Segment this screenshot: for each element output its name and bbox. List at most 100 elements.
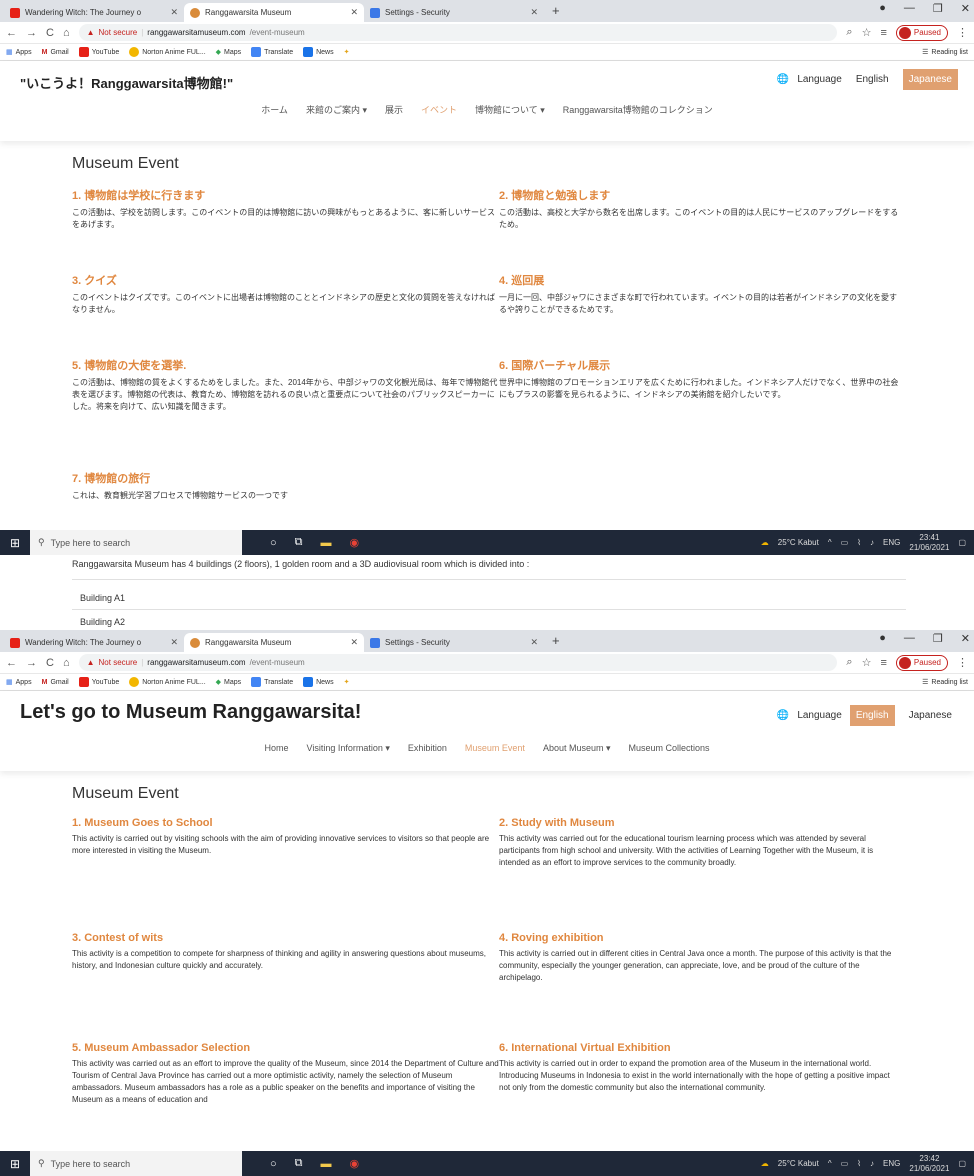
back-icon[interactable]: ← [6, 27, 17, 39]
tab-youtube[interactable]: Wandering Witch: The Journey o ✕ [4, 633, 184, 652]
clock[interactable]: 23:41 21/06/2021 [909, 533, 949, 553]
site-brand[interactable]: "いこうよ！Ranggawarsita博物館!" [20, 73, 233, 92]
close-icon[interactable]: ✕ [530, 637, 538, 648]
english-button[interactable]: English [850, 69, 895, 90]
back-icon[interactable]: ← [6, 657, 17, 669]
nav-home[interactable]: Home [264, 743, 288, 754]
chrome-icon[interactable]: ◉ [350, 1157, 360, 1170]
notification-icon[interactable]: ▢ [958, 1159, 966, 1168]
file-explorer-icon[interactable]: ▬ [321, 537, 332, 549]
input-language[interactable]: ENG [883, 1159, 900, 1168]
new-tab-button[interactable]: + [544, 3, 568, 22]
bookmark-apps[interactable]: ▦ Apps [6, 48, 32, 57]
bookmark-extra[interactable]: ✦ [344, 678, 350, 686]
menu-icon[interactable]: ⋮ [957, 26, 968, 39]
bookmark-youtube[interactable]: YouTube [78, 677, 119, 687]
task-view-icon[interactable]: ⧉ [295, 1157, 303, 1170]
input-language[interactable]: ENG [883, 538, 900, 547]
tab-youtube[interactable]: Wandering Witch: The Journey o ✕ [4, 3, 184, 22]
profile-button[interactable]: Paused [895, 654, 948, 671]
japanese-button[interactable]: Japanese [903, 705, 958, 726]
clock[interactable]: 23:42 21/06/2021 [909, 1154, 949, 1174]
cortana-icon[interactable]: ○ [270, 537, 277, 549]
close-icon[interactable]: ✕ [170, 7, 178, 18]
taskbar-search[interactable]: ⚲ Type here to search [30, 1151, 242, 1176]
zoom-icon[interactable]: ⌕ [846, 26, 852, 39]
close-window-button[interactable]: ✕ [961, 632, 970, 645]
network-icon[interactable]: ⌇ [857, 1159, 861, 1168]
reading-list[interactable]: ☰ Reading list [922, 678, 968, 687]
nav-exhibition[interactable]: Exhibition [408, 743, 447, 754]
tray-chevron-icon[interactable]: ^ [828, 538, 832, 547]
maximize-button[interactable]: ❐ [933, 2, 943, 15]
forward-icon[interactable]: → [26, 27, 37, 39]
reload-icon[interactable]: C [46, 27, 54, 39]
home-icon[interactable]: ⌂ [63, 27, 70, 39]
star-icon[interactable]: ☆ [862, 26, 872, 39]
nav-event[interactable]: Museum Event [465, 743, 525, 754]
bookmark-apps[interactable]: ▦ Apps [6, 678, 32, 687]
building-item[interactable]: Building A2 [80, 617, 125, 627]
nav-about[interactable]: 博物館について ▾ [475, 103, 545, 116]
volume-icon[interactable]: ♪ [870, 1159, 874, 1168]
volume-icon[interactable]: ♪ [870, 538, 874, 547]
battery-icon[interactable]: ▭ [841, 538, 849, 547]
bookmark-norton[interactable]: Norton Anime FUL... [129, 47, 206, 57]
reading-list[interactable]: ☰ Reading list [922, 48, 968, 57]
nav-home[interactable]: ホーム [261, 103, 288, 116]
forward-icon[interactable]: → [26, 657, 37, 669]
record-icon[interactable]: ● [879, 632, 886, 645]
tab-museum[interactable]: Ranggawarsita Museum ✕ [184, 3, 364, 22]
bookmark-maps[interactable]: ◆ Maps [216, 678, 242, 687]
nav-about[interactable]: About Museum ▾ [543, 743, 611, 754]
weather-text[interactable]: 25°C Kabut [778, 1159, 819, 1168]
site-brand[interactable]: Let's go to Museum Ranggawarsita! [20, 701, 361, 724]
windows-start-icon[interactable]: ⊞ [0, 1151, 30, 1176]
chrome-icon[interactable]: ◉ [350, 536, 360, 549]
zoom-icon[interactable]: ⌕ [846, 656, 852, 669]
bookmark-gmail[interactable]: M Gmail [42, 49, 69, 56]
nav-visiting[interactable]: Visiting Information ▾ [306, 743, 389, 754]
bookmark-maps[interactable]: ◆ Maps [216, 48, 242, 57]
notification-icon[interactable]: ▢ [958, 538, 966, 547]
url-field[interactable]: ▲ Not secure | ranggawarsitamuseum.com/even… [78, 24, 838, 41]
star-icon[interactable]: ☆ [862, 656, 872, 669]
minimize-button[interactable]: — [904, 2, 915, 15]
english-button[interactable]: English [849, 705, 895, 726]
reading-mode-icon[interactable]: ≡ [880, 27, 886, 39]
battery-icon[interactable]: ▭ [841, 1159, 849, 1168]
record-icon[interactable]: ● [879, 2, 886, 15]
new-tab-button[interactable]: + [544, 633, 568, 652]
bookmark-translate[interactable]: Translate [251, 47, 293, 57]
windows-start-icon[interactable]: ⊞ [0, 530, 30, 555]
nav-visiting[interactable]: 来館のご案内 ▾ [306, 103, 367, 116]
japanese-button[interactable]: Japanese [902, 69, 958, 90]
home-icon[interactable]: ⌂ [63, 657, 70, 669]
tab-settings[interactable]: Settings - Security ✕ [364, 633, 544, 652]
reading-mode-icon[interactable]: ≡ [880, 657, 886, 669]
file-explorer-icon[interactable]: ▬ [321, 1158, 332, 1170]
close-window-button[interactable]: ✕ [961, 2, 970, 15]
menu-icon[interactable]: ⋮ [957, 656, 968, 669]
maximize-button[interactable]: ❐ [933, 632, 943, 645]
weather-text[interactable]: 25°C Kabut [778, 538, 819, 547]
close-icon[interactable]: ✕ [350, 7, 358, 18]
building-item[interactable]: Building A1 [80, 593, 125, 603]
cortana-icon[interactable]: ○ [270, 1158, 277, 1170]
nav-exhibition[interactable]: 展示 [385, 103, 403, 116]
close-icon[interactable]: ✕ [350, 637, 358, 648]
network-icon[interactable]: ⌇ [857, 538, 861, 547]
bookmark-translate[interactable]: Translate [251, 677, 293, 687]
tab-settings[interactable]: Settings - Security ✕ [364, 3, 544, 22]
profile-button[interactable]: Paused [895, 24, 948, 41]
close-icon[interactable]: ✕ [530, 7, 538, 18]
bookmark-norton[interactable]: Norton Anime FUL... [129, 677, 206, 687]
url-field[interactable]: ▲ Not secure | ranggawarsitamuseum.com/even… [78, 654, 838, 671]
close-icon[interactable]: ✕ [170, 637, 178, 648]
tray-chevron-icon[interactable]: ^ [828, 1159, 832, 1168]
nav-collections[interactable]: Museum Collections [629, 743, 710, 754]
bookmark-youtube[interactable]: YouTube [78, 47, 119, 57]
nav-event[interactable]: イベント [421, 103, 457, 116]
reload-icon[interactable]: C [46, 657, 54, 669]
bookmark-news[interactable]: News [303, 677, 334, 687]
